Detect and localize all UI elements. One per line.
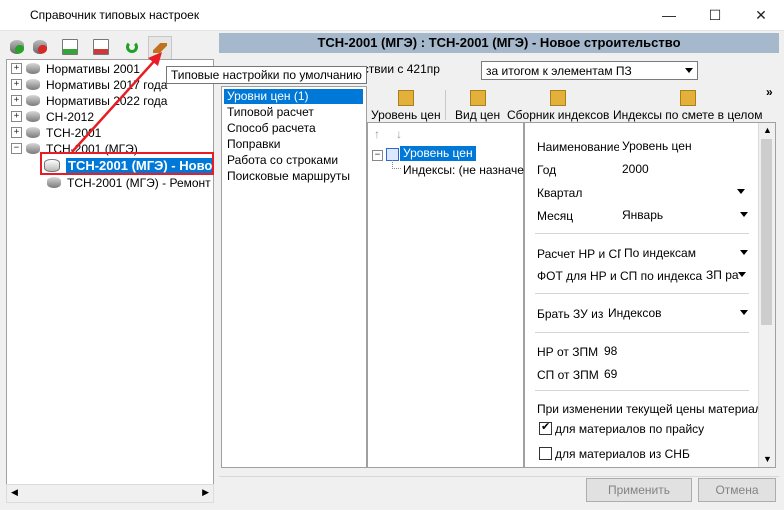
list-item[interactable]: Уровни цен (1) <box>224 89 363 104</box>
cancel-button[interactable]: Отмена <box>698 478 776 502</box>
index-collection-tool[interactable]: Сборник индексов <box>507 90 609 122</box>
tree-item-price-level[interactable]: Уровень цен <box>400 146 476 161</box>
price-type-tool[interactable]: Вид цен <box>455 90 500 122</box>
select-value: По индексам <box>624 246 696 260</box>
select-value: Индексов <box>608 306 662 320</box>
settings-header: ТСН-2001 (МГЭ) : ТСН-2001 (МГЭ) - Новое … <box>219 33 779 53</box>
move-up-icon[interactable]: ↑ <box>374 127 380 141</box>
price-level-icon <box>397 90 414 106</box>
bottom-bar: Применить Отмена <box>219 476 779 503</box>
zu-source-select[interactable]: Индексов <box>605 304 752 322</box>
combo-value: за итогом к элементам ПЗ <box>486 64 632 78</box>
index-collection-icon <box>550 90 567 106</box>
more-tools-icon[interactable]: » <box>766 85 773 99</box>
list-item[interactable]: Способ расчета <box>224 121 316 136</box>
button-label: Отмена <box>715 483 759 497</box>
chevron-down-icon <box>737 189 745 194</box>
checkbox-label: для материалов из СНБ <box>555 447 690 461</box>
property-label: Наименование <box>537 140 621 154</box>
year-field[interactable]: 2000 <box>619 160 752 178</box>
estimate-indexes-tool[interactable]: Индексы по смете в целом <box>613 90 762 122</box>
chevron-down-icon <box>740 310 748 315</box>
calc-mode-select[interactable]: По индексам <box>621 244 752 262</box>
checkbox-label: для материалов по прайсу <box>555 422 705 436</box>
tree-connector <box>392 160 401 169</box>
collapse-icon[interactable]: − <box>372 150 383 161</box>
property-label: Год <box>537 163 557 177</box>
scroll-thumb[interactable] <box>761 139 772 325</box>
properties-panel: Наименование Уровень цен Год 2000 Кварта… <box>524 122 776 468</box>
scroll-down-icon[interactable]: ▼ <box>763 454 772 464</box>
chevron-down-icon <box>685 68 693 73</box>
chevron-down-icon <box>740 212 748 217</box>
tooltip: Типовые настройки по умолчанию <box>166 66 367 84</box>
divider <box>535 293 749 294</box>
chevron-down-icon <box>738 272 746 277</box>
tool-label: Уровень цен <box>371 108 441 122</box>
tool-separator <box>445 90 446 120</box>
name-field[interactable]: Уровень цен <box>619 137 752 155</box>
price-level-tool[interactable]: Уровень цен <box>371 90 441 122</box>
tool-label: Индексы по смете в целом <box>613 108 763 122</box>
checkmark-icon: ✔ <box>541 421 551 433</box>
property-label: Квартал <box>537 186 583 200</box>
property-label: НР от ЗПМ <box>537 345 599 359</box>
property-label: Расчет НР и СП <box>537 247 626 261</box>
property-label: При изменении текущей цены материала <box>537 402 769 416</box>
check-snb[interactable] <box>539 447 552 460</box>
property-label: СП от ЗПМ <box>537 368 599 382</box>
tool-label: Вид цен <box>455 108 501 122</box>
select-value: ЗП ра <box>706 268 739 282</box>
check-price-list[interactable]: ✔ <box>539 421 552 435</box>
property-label: Месяц <box>537 209 574 223</box>
tool-label: Сборник индексов <box>507 108 610 122</box>
vat-mode-combo[interactable]: за итогом к элементам ПЗ <box>481 61 698 80</box>
property-label: Брать ЗУ из <box>537 307 604 321</box>
button-label: Применить <box>607 483 670 497</box>
properties-scrollbar[interactable]: ▲ ▼ <box>758 123 775 467</box>
divider <box>535 390 749 391</box>
settings-category-list[interactable]: Уровни цен (1) Типовой расчет Способ рас… <box>221 86 367 468</box>
month-select[interactable]: Январь <box>619 206 752 224</box>
divider <box>535 332 749 333</box>
nr-field[interactable]: 98 <box>601 342 752 360</box>
apply-button[interactable]: Применить <box>586 478 692 502</box>
sp-field[interactable]: 69 <box>601 365 752 383</box>
tree-item-indexes[interactable]: Индексы: (не назначен <box>403 163 531 177</box>
list-item[interactable]: Поправки <box>224 137 280 152</box>
list-item[interactable]: Поисковые маршруты <box>224 169 350 184</box>
select-value: Январь <box>622 208 664 222</box>
chevron-down-icon <box>740 250 748 255</box>
property-label: ФОТ для НР и СП по индексам <box>537 269 711 283</box>
move-down-icon[interactable]: ↓ <box>396 127 402 141</box>
list-item[interactable]: Типовой расчет <box>224 105 314 120</box>
scroll-up-icon[interactable]: ▲ <box>763 125 772 135</box>
list-item[interactable]: Работа со строками <box>224 153 338 168</box>
divider <box>535 233 749 234</box>
estimate-indexes-icon <box>679 90 696 106</box>
price-type-icon <box>469 90 486 106</box>
price-level-tree[interactable]: ↑ ↓ − Уровень цен Индексы: (не назначен <box>367 122 531 468</box>
quarter-select[interactable] <box>619 183 749 201</box>
fot-select[interactable]: ЗП ра <box>703 266 750 284</box>
